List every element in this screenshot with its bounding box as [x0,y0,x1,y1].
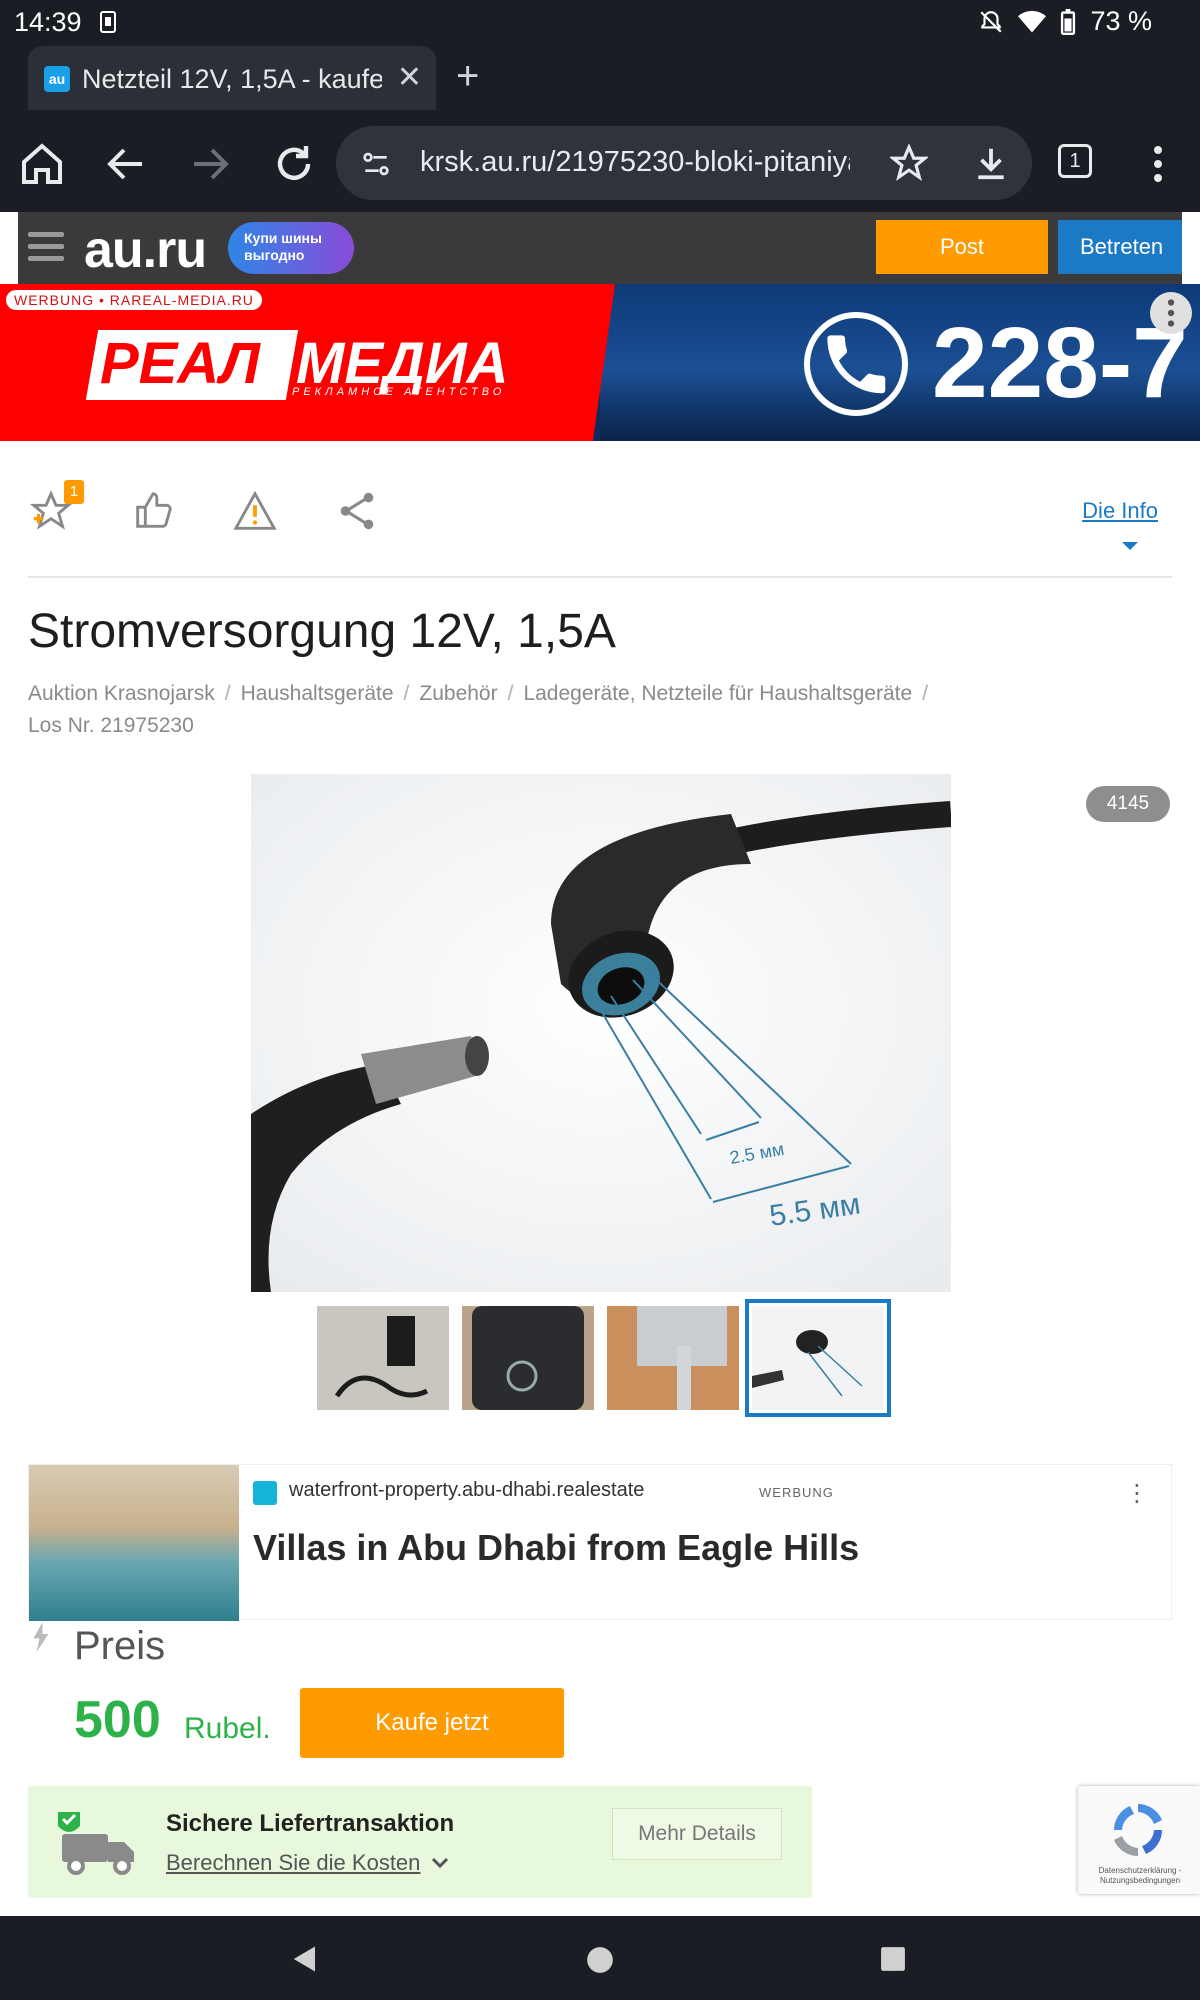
breadcrumb-item[interactable]: Haushaltsgeräte [241,682,394,705]
more-vertical-icon[interactable] [1134,140,1182,188]
favorites-count-badge: 1 [64,480,84,504]
tab-title: Netzteil 12V, 1,5A - kaufen [82,64,382,94]
url-text: krsk.au.ru/21975230-bloki-pitaniya [420,146,850,178]
thumbnail-1[interactable] [317,1306,449,1410]
site-settings-icon[interactable] [360,148,392,180]
buy-now-button[interactable]: Kaufe jetzt [300,1688,564,1758]
native-ad[interactable]: waterfront-property.abu-dhabi.realestate… [28,1464,1172,1621]
report-warning-icon[interactable] [232,488,278,534]
site-favicon-icon: au [44,66,70,92]
ad-site-icon [253,1481,277,1505]
home-icon[interactable] [18,140,66,188]
breadcrumb-item[interactable]: Zubehör [419,682,497,705]
thumbnail-3[interactable] [607,1306,739,1410]
ad-more-icon[interactable]: ⋮ [1125,1479,1149,1508]
back-arrow-icon[interactable] [102,140,150,188]
recaptcha-legal-text[interactable]: Datenschutzerklärung - Nutzungsbedingung… [1088,1866,1192,1886]
download-icon[interactable] [972,144,1010,182]
delivery-title: Sichere Liefertransaktion [166,1810,455,1837]
hamburger-menu-icon[interactable] [28,232,64,262]
system-nav-bar [0,1916,1200,2000]
recents-square-icon[interactable] [880,1946,906,1972]
price-label: Preis [74,1624,166,1668]
listing-actions: 1 Die Info [28,480,1172,558]
login-button[interactable]: Betreten [1058,220,1182,274]
notification-icon [100,11,116,33]
thumbnail-2[interactable] [462,1306,594,1410]
recaptcha-icon [1114,1804,1162,1856]
reload-icon[interactable] [270,140,318,188]
tab-strip: au Netzteil 12V, 1,5A - kaufen ✕ + [0,44,1200,116]
battery-percent: 73 % [1090,6,1152,36]
brand-tagline: РЕКЛАМНОЕ АГЕНТСТВО [292,386,506,398]
promo-badge[interactable]: Купи шины выгодно [228,222,354,274]
ad-domain[interactable]: waterfront-property.abu-dhabi.realestate [289,1479,644,1502]
page-title: Stromversorgung 12V, 1,5A [28,605,616,658]
battery-icon [1061,8,1076,35]
chevron-down-icon[interactable] [430,1856,450,1870]
delivery-box: Sichere Liefertransaktion Berechnen Sie … [28,1786,812,1898]
post-button[interactable]: Post [876,220,1048,274]
mute-bell-icon [980,10,1002,33]
divider [28,576,1172,578]
new-tab-button[interactable]: + [456,54,479,99]
status-time: 14:39 [14,7,82,37]
thumbs-up-icon[interactable] [130,488,176,534]
banner-ad[interactable]: WERBUNG • RAREAL-MEDIA.RU РЕАЛ МЕДИА РЕК… [0,284,1200,441]
chevron-down-icon[interactable] [1122,542,1138,550]
ad-options-icon[interactable] [1150,292,1192,334]
browser-toolbar: krsk.au.ru/21975230-bloki-pitaniya 1 [0,116,1200,212]
price-currency: Rubel. [184,1712,271,1745]
home-circle-icon[interactable] [586,1946,614,1974]
price-value: 500 [74,1691,161,1749]
view-count-badge: 4145 [1086,786,1170,822]
calculate-cost-link[interactable]: Berechnen Sie die Kosten [166,1850,420,1876]
ad-image[interactable] [29,1465,239,1621]
info-dropdown-link[interactable]: Die Info [1082,498,1158,524]
ad-headline[interactable]: Villas in Abu Dhabi from Eagle Hills [253,1527,859,1569]
share-icon[interactable] [334,488,380,534]
breadcrumb: Auktion Krasnojarsk / Haushaltsgeräte / Zube… [28,682,929,737]
tab-switcher-button[interactable]: 1 [1058,144,1092,178]
back-triangle-icon[interactable] [290,1944,320,1974]
wifi-icon [1018,10,1047,32]
phone-icon [804,312,908,416]
close-tab-icon[interactable]: ✕ [397,60,422,95]
brand-name-part1: РЕАЛ [100,331,260,396]
address-bar[interactable]: krsk.au.ru/21975230-bloki-pitaniya [336,126,1032,200]
browser-tab-active[interactable]: au Netzteil 12V, 1,5A - kaufen ✕ [28,46,436,110]
status-bar: 14:39 73 % [0,0,1200,44]
site-header: au.ru Купи шины выгодно Post Betreten [18,212,1182,284]
site-logo[interactable]: au.ru [84,220,207,280]
breadcrumb-item[interactable]: Ladegeräte, Netzteile für Haushaltsgerät… [523,682,912,705]
lightning-icon [33,1622,49,1652]
delivery-truck-icon [58,1812,134,1875]
ad-label: WERBUNG [759,1485,834,1500]
ad-label: WERBUNG • RAREAL-MEDIA.RU [6,290,262,310]
forward-arrow-icon[interactable] [186,140,234,188]
product-image[interactable]: 2.5 мм 5.5 мм [251,774,951,1292]
lot-number: Los Nr. 21975230 [28,714,194,737]
status-icons: 73 % [978,6,1152,37]
thumbnail-4-selected[interactable] [745,1299,891,1417]
breadcrumb-item[interactable]: Auktion Krasnojarsk [28,682,215,705]
recaptcha-badge[interactable]: Datenschutzerklärung - Nutzungsbedingung… [1078,1786,1200,1894]
more-details-button[interactable]: Mehr Details [612,1808,782,1860]
bookmark-star-icon[interactable] [890,144,928,182]
